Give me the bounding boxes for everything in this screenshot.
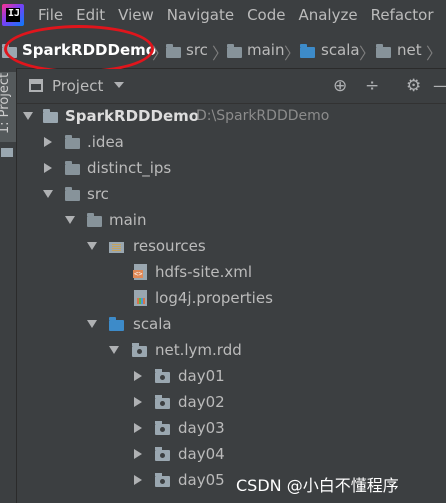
- package-icon: [155, 421, 170, 435]
- collapse-all-icon[interactable]: ÷: [365, 76, 379, 96]
- tree-item-hdfs-site-xml[interactable]: <> hdfs-site.xml: [17, 260, 446, 286]
- tree-item-label: hdfs-site.xml: [155, 263, 253, 281]
- package-icon: [376, 44, 391, 58]
- project-tree: SparkRDDDemo D:\SparkRDDDemo .idea disti…: [17, 104, 446, 503]
- tree-item-label: day02: [178, 393, 225, 411]
- properties-file-icon: [134, 290, 147, 306]
- tree-item-day04[interactable]: day04: [17, 442, 446, 468]
- project-window-icon: [29, 79, 43, 92]
- tree-item-project-root[interactable]: SparkRDDDemo D:\SparkRDDDemo: [17, 104, 446, 130]
- project-folder-icon: [43, 109, 58, 123]
- tree-item-package[interactable]: net.lym.rdd: [17, 338, 446, 364]
- tree-item-distinct-ips[interactable]: distinct_ips: [17, 156, 446, 182]
- folder-icon: [1, 148, 13, 157]
- watermark: CSDN @小白不懂程序: [236, 476, 399, 495]
- tree-item-label: log4j.properties: [155, 289, 273, 307]
- chevron-right-icon: 〉: [426, 44, 443, 63]
- breadcrumb-scala[interactable]: scala: [321, 41, 360, 59]
- tree-item-label: src: [87, 185, 109, 203]
- tree-item-label: day04: [178, 445, 225, 463]
- tree-item-day02[interactable]: day02: [17, 390, 446, 416]
- chevron-down-icon[interactable]: [114, 82, 124, 88]
- expand-arrow-icon[interactable]: [134, 371, 142, 381]
- expand-arrow-icon[interactable]: [65, 216, 75, 224]
- tree-item-label: day05: [178, 471, 225, 489]
- package-icon: [155, 473, 170, 487]
- tree-item-label: distinct_ips: [87, 159, 172, 177]
- tree-item-idea[interactable]: .idea: [17, 130, 446, 156]
- expand-arrow-icon[interactable]: [134, 449, 142, 459]
- hide-icon[interactable]: —: [433, 76, 446, 96]
- tree-item-main[interactable]: main: [17, 208, 446, 234]
- tree-item-label: day03: [178, 419, 225, 437]
- package-icon: [132, 343, 147, 357]
- tree-item-label: day01: [178, 367, 225, 385]
- folder-icon: [166, 44, 181, 58]
- breadcrumb-src[interactable]: src: [186, 41, 208, 59]
- expand-arrow-icon[interactable]: [134, 397, 142, 407]
- source-folder-icon: [300, 44, 315, 58]
- tree-item-label: net.lym.rdd: [155, 341, 242, 359]
- expand-arrow-icon[interactable]: [134, 475, 142, 485]
- tree-item-scala[interactable]: scala: [17, 312, 446, 338]
- expand-arrow-icon[interactable]: [87, 320, 97, 328]
- project-tool-tab-label: 1: Project: [0, 72, 13, 135]
- project-panel-title[interactable]: Project: [52, 77, 103, 95]
- tree-item-label: main: [109, 211, 147, 229]
- expand-arrow-icon[interactable]: [87, 242, 97, 250]
- tree-item-day03[interactable]: day03: [17, 416, 446, 442]
- menu-file[interactable]: File: [38, 6, 63, 24]
- expand-arrow-icon[interactable]: [43, 190, 53, 198]
- expand-arrow-icon[interactable]: [44, 137, 52, 147]
- menu-analyze[interactable]: Analyze: [298, 6, 357, 24]
- package-icon: [155, 447, 170, 461]
- menu-navigate[interactable]: Navigate: [167, 6, 234, 24]
- tree-item-label: resources: [133, 237, 206, 255]
- package-icon: [155, 395, 170, 409]
- expand-arrow-icon[interactable]: [134, 423, 142, 433]
- expand-arrow-icon[interactable]: [44, 163, 52, 173]
- expand-arrow-icon[interactable]: [23, 112, 33, 120]
- menu-view[interactable]: View: [118, 6, 154, 24]
- tree-item-log4j-properties[interactable]: log4j.properties: [17, 286, 446, 312]
- tree-item-label: scala: [133, 315, 172, 333]
- locate-file-icon[interactable]: ⊕: [333, 76, 347, 96]
- breadcrumb-net[interactable]: net: [397, 41, 422, 59]
- folder-icon: [87, 213, 102, 227]
- annotation-circle: [4, 25, 154, 73]
- source-folder-icon: [109, 317, 124, 331]
- menu-code[interactable]: Code: [247, 6, 285, 24]
- menu-edit[interactable]: Edit: [76, 6, 105, 24]
- xml-file-icon: <>: [133, 264, 147, 280]
- gear-icon[interactable]: ⚙: [406, 76, 421, 96]
- project-panel-header: Project ⊕ ÷ ⚙ —: [17, 69, 446, 104]
- folder-icon: [65, 135, 80, 149]
- menu-refactor[interactable]: Refactor: [371, 6, 434, 24]
- folder-icon: [227, 44, 242, 58]
- expand-arrow-icon[interactable]: [109, 346, 119, 354]
- package-icon: [155, 369, 170, 383]
- resources-folder-icon: [109, 242, 124, 253]
- tree-item-label: SparkRDDDemo: [65, 107, 200, 125]
- chevron-right-icon: 〉: [359, 44, 376, 63]
- intellij-logo-icon[interactable]: IJ: [2, 4, 24, 26]
- breadcrumb-main[interactable]: main: [247, 41, 284, 59]
- tree-item-resources[interactable]: resources: [17, 234, 446, 260]
- tree-item-day01[interactable]: day01: [17, 364, 446, 390]
- chevron-right-icon: 〉: [212, 44, 229, 63]
- folder-icon: [65, 161, 80, 175]
- folder-icon: [65, 187, 80, 201]
- tree-item-label: .idea: [87, 133, 124, 151]
- chevron-right-icon: 〉: [284, 44, 301, 63]
- tree-item-src[interactable]: src: [17, 182, 446, 208]
- tree-item-path: D:\SparkRDDDemo: [196, 108, 330, 124]
